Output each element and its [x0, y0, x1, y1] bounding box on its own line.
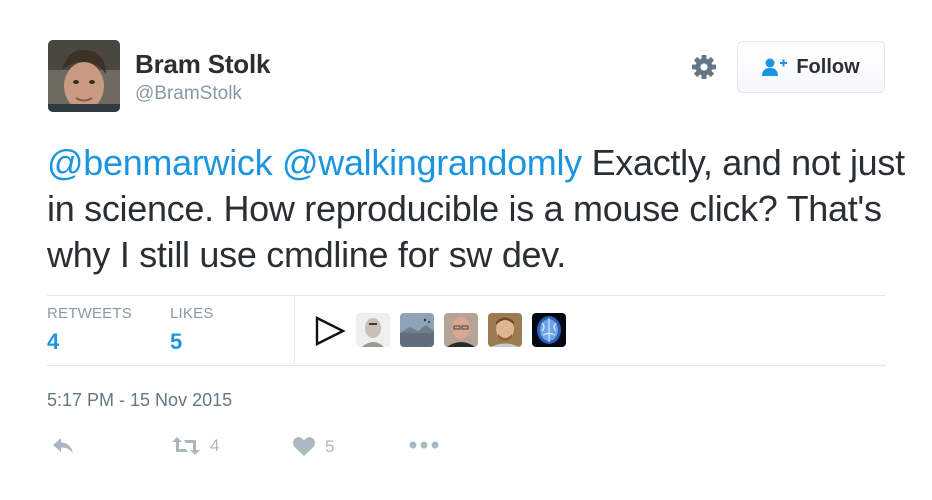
follow-button[interactable]: Follow [737, 41, 885, 93]
divider [294, 296, 295, 364]
liker-avatar-bald-man[interactable] [356, 313, 390, 347]
like-button[interactable]: 5 [292, 436, 334, 457]
follow-button-label: Follow [796, 55, 860, 78]
retweets-count: 4 [47, 329, 60, 354]
heart-icon [292, 437, 316, 456]
like-count: 5 [325, 436, 335, 456]
likes-count: 5 [170, 329, 183, 354]
more-dots-icon [409, 441, 439, 449]
mention-link[interactable]: @benmarwick [47, 142, 273, 183]
retweet-icon [172, 437, 200, 455]
follow-user-icon [762, 58, 788, 76]
retweets-label: RETWEETS [47, 305, 132, 322]
likes-label: LIKES [170, 305, 214, 322]
retweets-stat[interactable]: RETWEETS 4 [47, 305, 132, 355]
liker-avatar-man-beard[interactable] [488, 313, 522, 347]
mention-link[interactable]: @walkingrandomly [282, 142, 582, 183]
liker-avatar-man-glasses[interactable] [444, 313, 478, 347]
more-button[interactable] [409, 440, 439, 450]
tweet-text: @benmarwick @walkingrandomly Exactly, an… [47, 140, 907, 278]
likes-stat[interactable]: LIKES 5 [170, 305, 214, 355]
divider [47, 365, 886, 366]
reply-button[interactable] [51, 436, 75, 456]
avatar[interactable] [48, 40, 120, 112]
reply-icon [53, 438, 73, 453]
gear-icon[interactable] [689, 52, 719, 82]
liker-avatar-landscape[interactable] [400, 313, 434, 347]
retweet-count: 4 [210, 436, 220, 455]
user-name[interactable]: Bram Stolk [135, 49, 270, 80]
play-icon[interactable] [313, 314, 347, 348]
user-handle[interactable]: @BramStolk [135, 83, 242, 105]
divider [47, 295, 886, 296]
retweet-button[interactable]: 4 [171, 436, 219, 456]
liker-avatar-brain-scan[interactable] [532, 313, 566, 347]
tweet-timestamp[interactable]: 5:17 PM - 15 Nov 2015 [47, 390, 232, 411]
avatar-photo [48, 40, 120, 112]
